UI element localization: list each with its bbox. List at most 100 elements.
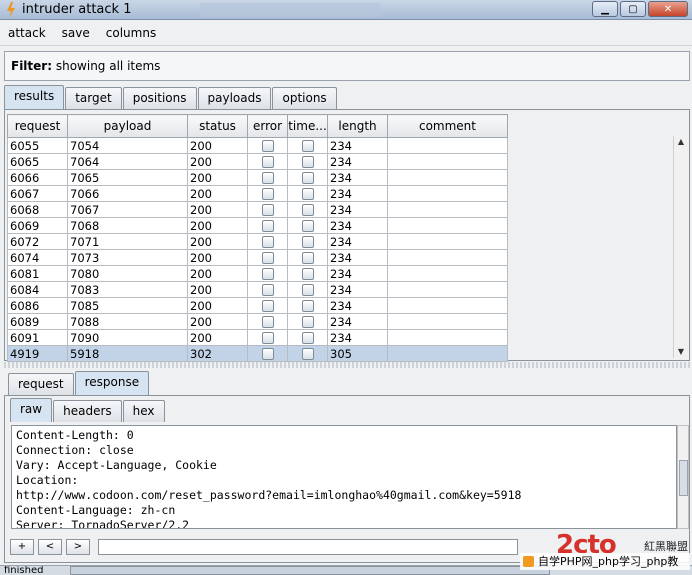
tab-target[interactable]: target (65, 87, 122, 109)
error-checkbox[interactable] (261, 171, 274, 184)
tab-headers[interactable]: headers (53, 400, 122, 422)
maximize-button[interactable]: ▢ (620, 1, 646, 17)
timeout-checkbox[interactable] (301, 235, 314, 248)
cell-length: 305 (327, 345, 388, 362)
table-row[interactable]: 6067 7066 200 234 (7, 185, 508, 202)
error-checkbox[interactable] (261, 155, 274, 168)
menu-attack[interactable]: attack (8, 26, 46, 40)
error-checkbox[interactable] (261, 235, 274, 248)
menu-save[interactable]: save (62, 26, 90, 40)
timeout-checkbox[interactable] (301, 219, 314, 232)
col-length[interactable]: length (327, 114, 388, 138)
cell-error (247, 185, 288, 202)
col-payload[interactable]: payload (67, 114, 188, 138)
error-checkbox[interactable] (261, 283, 274, 296)
filter-bar[interactable]: Filter: showing all items (4, 51, 690, 81)
table-row[interactable]: 6066 7065 200 234 (7, 169, 508, 186)
search-prev-button[interactable]: < (38, 539, 62, 555)
tab-raw[interactable]: raw (10, 398, 53, 422)
menu-columns[interactable]: columns (106, 26, 156, 40)
search-input[interactable] (98, 539, 518, 555)
cell-timeout (287, 169, 328, 186)
scroll-down-icon[interactable]: ▼ (674, 346, 688, 358)
tab-positions[interactable]: positions (122, 87, 197, 109)
timeout-checkbox[interactable] (301, 331, 314, 344)
scroll-up-icon[interactable]: ▲ (674, 136, 688, 148)
timeout-checkbox[interactable] (301, 171, 314, 184)
watermark: 2cto 紅黑聯盟 自学PHP网_php学习_php教 (520, 530, 690, 574)
timeout-checkbox[interactable] (301, 139, 314, 152)
error-checkbox[interactable] (261, 139, 274, 152)
tab-hex[interactable]: hex (122, 400, 165, 422)
cell-payload: 7083 (67, 281, 188, 298)
cell-request: 4919 (7, 345, 68, 362)
col-error[interactable]: error (247, 114, 288, 138)
table-row[interactable]: 6072 7071 200 234 (7, 233, 508, 250)
cell-request: 6072 (7, 233, 68, 250)
error-checkbox[interactable] (261, 299, 274, 312)
col-request[interactable]: request (7, 114, 68, 138)
tab-payloads[interactable]: payloads (197, 87, 272, 109)
col-timeout[interactable]: time... (287, 114, 328, 138)
watermark-sub: 紅黑聯盟 (644, 540, 688, 553)
tab-request[interactable]: request (8, 373, 74, 395)
response-line: Content-Length: 0 (16, 428, 134, 442)
cell-error (247, 137, 288, 154)
col-status[interactable]: status (187, 114, 248, 138)
cell-error (247, 201, 288, 218)
response-text[interactable]: Content-Length: 0 Connection: close Vary: … (11, 425, 677, 529)
cell-length: 234 (327, 217, 388, 234)
error-checkbox[interactable] (261, 219, 274, 232)
timeout-checkbox[interactable] (301, 155, 314, 168)
cell-error (247, 281, 288, 298)
table-row[interactable]: 6074 7073 200 234 (7, 249, 508, 266)
timeout-checkbox[interactable] (301, 283, 314, 296)
timeout-checkbox[interactable] (301, 315, 314, 328)
cell-payload: 7071 (67, 233, 188, 250)
minimize-button[interactable]: ▁ (592, 1, 618, 17)
table-row[interactable]: 6065 7064 200 234 (7, 153, 508, 170)
search-bar: + < > (10, 539, 518, 555)
error-checkbox[interactable] (261, 315, 274, 328)
tab-response[interactable]: response (74, 371, 150, 395)
table-row[interactable]: 6089 7088 200 234 (7, 313, 508, 330)
table-row[interactable]: 4919 5918 302 305 (7, 345, 508, 362)
table-row[interactable]: 6091 7090 200 234 (7, 329, 508, 346)
cell-error (247, 169, 288, 186)
error-checkbox[interactable] (261, 203, 274, 216)
timeout-checkbox[interactable] (301, 251, 314, 264)
table-row[interactable]: 6081 7080 200 234 (7, 265, 508, 282)
col-comment[interactable]: comment (387, 114, 508, 138)
tab-results[interactable]: results (4, 85, 65, 109)
cell-payload: 7065 (67, 169, 188, 186)
cell-timeout (287, 313, 328, 330)
error-checkbox[interactable] (261, 347, 274, 360)
error-checkbox[interactable] (261, 331, 274, 344)
cell-comment (387, 313, 508, 330)
close-button[interactable]: ✕ (648, 1, 688, 17)
table-row[interactable]: 6069 7068 200 234 (7, 217, 508, 234)
results-scrollbar[interactable]: ▲ ▼ (673, 136, 687, 358)
cell-payload: 7068 (67, 217, 188, 234)
response-line: Server: TornadoServer/2.2 (16, 518, 190, 529)
timeout-checkbox[interactable] (301, 347, 314, 360)
table-row[interactable]: 6084 7083 200 234 (7, 281, 508, 298)
response-scrollbar[interactable] (677, 425, 689, 529)
table-row[interactable]: 6055 7054 200 234 (7, 137, 508, 154)
search-add-button[interactable]: + (10, 539, 34, 555)
cell-payload: 7088 (67, 313, 188, 330)
error-checkbox[interactable] (261, 267, 274, 280)
table-row[interactable]: 6086 7085 200 234 (7, 297, 508, 314)
error-checkbox[interactable] (261, 251, 274, 264)
timeout-checkbox[interactable] (301, 203, 314, 216)
timeout-checkbox[interactable] (301, 187, 314, 200)
search-next-button[interactable]: > (66, 539, 90, 555)
table-row[interactable]: 6068 7067 200 234 (7, 201, 508, 218)
timeout-checkbox[interactable] (301, 299, 314, 312)
cell-timeout (287, 137, 328, 154)
timeout-checkbox[interactable] (301, 267, 314, 280)
error-checkbox[interactable] (261, 187, 274, 200)
cell-comment (387, 169, 508, 186)
tab-options[interactable]: options (272, 87, 337, 109)
split-divider[interactable] (4, 362, 690, 368)
